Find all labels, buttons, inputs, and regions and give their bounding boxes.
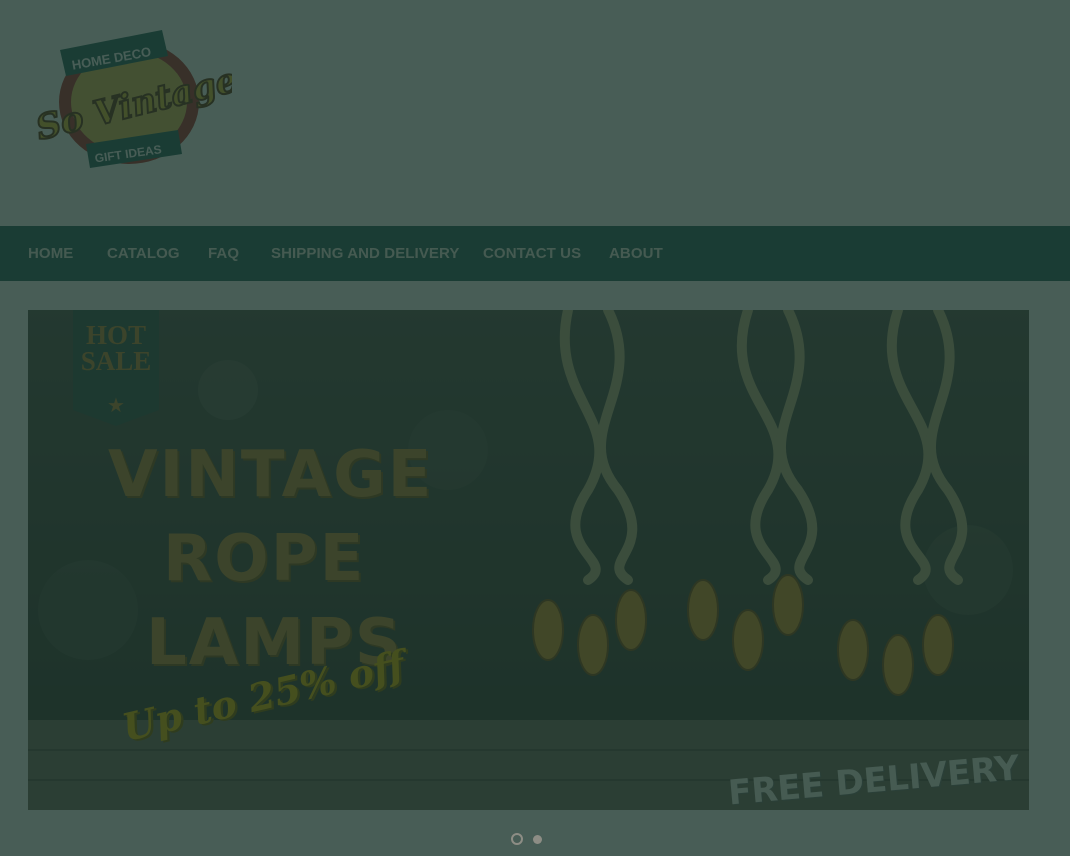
logo-graphic: HOME DECO GIFT IDEAS So Vintage: [31, 30, 232, 168]
slide-dot-2[interactable]: [533, 835, 542, 844]
nav-contact-us[interactable]: CONTACT US: [483, 226, 581, 281]
site-header: HOME DECO GIFT IDEAS So Vintage: [0, 0, 1070, 226]
slider-pagination: [511, 833, 551, 847]
slide-dot-1[interactable]: [511, 833, 523, 845]
headline-vintage: VINTAGE: [108, 438, 434, 512]
star-icon: ★: [107, 395, 125, 417]
nav-shipping-delivery[interactable]: SHIPPING AND DELIVERY: [271, 226, 460, 281]
nav-home[interactable]: HOME: [28, 226, 73, 281]
site-logo[interactable]: HOME DECO GIFT IDEAS So Vintage: [26, 26, 232, 174]
badge-line-hot: HOT: [85, 320, 146, 350]
headline-rope: ROPE: [163, 522, 366, 596]
nav-catalog[interactable]: CATALOG: [107, 226, 180, 281]
hero-slider[interactable]: ★ HOT SALE VINTAGE ROPE LAMPS Up to 25% …: [28, 310, 1029, 810]
nav-about[interactable]: ABOUT: [609, 226, 663, 281]
nav-faq[interactable]: FAQ: [208, 226, 239, 281]
main-nav: HOME CATALOG FAQ SHIPPING AND DELIVERY C…: [0, 226, 1070, 281]
badge-line-sale: SALE: [80, 346, 152, 376]
